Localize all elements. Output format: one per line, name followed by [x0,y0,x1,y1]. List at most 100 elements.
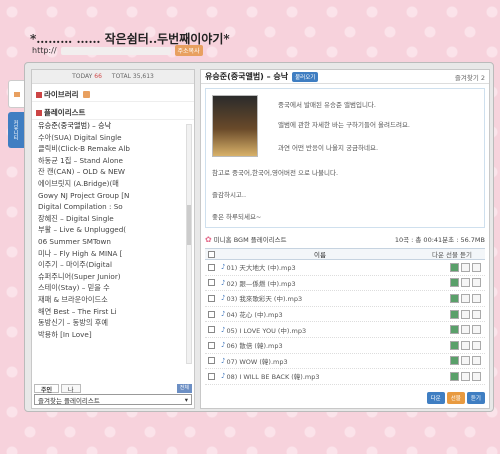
playlist-item[interactable]: 미나 – Fly High & MINA [ [32,248,182,260]
home-tab[interactable] [8,80,24,108]
download-icon[interactable] [450,371,459,381]
load-button[interactable]: 불러오기 [292,71,319,82]
library-label: 라이브러리 [44,90,79,99]
library-header[interactable]: 라이브러리 [32,88,194,102]
track-title[interactable]: 05) I LOVE YOU (中).mp3 [226,325,450,335]
playlist-item[interactable]: Digital Compilation : So [32,201,182,213]
playlist-item[interactable]: 유승준(중국앨범) – 승낙 [32,120,182,132]
today-label: TODAY [72,73,93,80]
playlist-item[interactable]: 잔 캔(CAN) – OLD & NEW [32,166,182,178]
track-checkbox[interactable] [208,263,215,271]
favorite-count[interactable]: 즐겨찾기 2 [455,72,485,82]
listen-button[interactable]: 듣기 [466,392,485,404]
play-icon[interactable] [472,371,481,381]
music-note-icon: ♪ [221,294,226,303]
play-icon[interactable] [472,262,481,272]
track-title[interactable]: 06) 散倍 (韓).mp3 [226,340,450,350]
playlist-item[interactable]: 06 Summer SMTown [32,236,182,248]
all-badge[interactable]: 전체 [176,384,192,393]
playlist-scrollbar[interactable] [186,124,192,364]
playlist-item[interactable]: 클릭비(Click-B Remake Alb [32,143,182,155]
chevron-down-icon: ▾ [184,395,188,404]
play-icon[interactable] [472,309,481,319]
track-title[interactable]: 04) 花心 (中).mp3 [226,309,450,319]
track-checkbox[interactable] [208,279,215,287]
playlist-item[interactable]: 장혜진 – Digital Single [32,213,182,225]
track-title[interactable]: 01) 天大地大 (中).mp3 [226,262,450,272]
download-icon[interactable] [450,309,459,319]
track-checkbox[interactable] [208,357,215,365]
gift-icon[interactable] [461,371,470,381]
table-row: ♪ 04) 花心 (中).mp3 [205,307,485,323]
playlist-item[interactable]: 부활 – Live & Unplugged( [32,224,182,236]
download-icon[interactable] [450,340,459,350]
gift-icon[interactable] [461,325,470,335]
track-checkbox[interactable] [208,372,215,380]
table-row: ♪ 08) I WILL BE BACK (韓).mp3 [205,369,485,385]
today-value: 66 [94,73,102,80]
playlist-header[interactable]: 플레이리스트 [32,106,194,120]
download-button[interactable]: 다운 [426,392,445,404]
playlist-item[interactable]: 하동균 1집 – Stand Alone [32,155,182,167]
download-icon[interactable] [450,278,459,288]
playlist-item[interactable]: 슈퍼주니어(Super Junior) [32,271,182,283]
left-column: TODAY 66 TOTAL 35,613 라이브러리 플레이리스트 유승준(중… [31,69,195,409]
playlist-item[interactable]: 재패 & 브라운아이드소 [32,294,182,306]
playlist-item[interactable]: 해연 Best – The First Li [32,306,182,318]
scrollbar-thumb[interactable] [187,205,191,245]
track-table-header: 이름 다운 선물 듣기 [205,248,485,260]
album-header: 유승준(중국앨범) – 승낙 불러오기 즐겨찾기 2 [201,70,489,84]
right-column: 유승준(중국앨범) – 승낙 불러오기 즐겨찾기 2 중국에서 발매된 유승준 … [200,69,490,409]
tab-me[interactable]: 나 [61,384,81,394]
gift-icon[interactable] [461,309,470,319]
gift-icon[interactable] [461,340,470,350]
play-icon[interactable] [472,340,481,350]
track-actions [450,371,481,381]
track-checkbox[interactable] [208,326,215,334]
album-title: 유승준(중국앨범) – 승낙 [205,72,289,81]
track-title[interactable]: 03) 我來歌彩天 (中).mp3 [226,293,450,303]
playlist-item[interactable]: Gowy NJ Project Group [N [32,190,182,202]
track-actions [450,293,481,303]
url-copy-button[interactable]: 주소복사 [174,45,203,56]
tab-owner[interactable]: 주인 [34,384,60,394]
desc-line: 참고로 중국어,한국어,영어버전 으로 나불니다. [212,169,339,177]
playlist-item[interactable]: 수아(SUA) Digital Single [32,132,182,144]
play-icon[interactable] [472,325,481,335]
music-note-icon: ♪ [221,263,226,272]
track-checkbox[interactable] [208,310,215,318]
blog-url[interactable]: http:// [32,46,57,55]
flower-icon: ✿ [205,234,212,244]
download-icon[interactable] [450,325,459,335]
gift-icon[interactable] [461,356,470,366]
download-icon[interactable] [450,356,459,366]
playlist-item[interactable]: 박용하 [In Love] [32,329,182,341]
play-icon[interactable] [472,278,481,288]
playlist-item[interactable]: 에이브릿지 (A.Bridge)(매 [32,178,182,190]
track-title[interactable]: 02) 跟—係燃 (中).mp3 [226,278,450,288]
desc-line: 과연 어떤 반응이 나올지 궁금하네요. [278,144,379,152]
play-icon[interactable] [472,356,481,366]
track-checkbox[interactable] [208,294,215,302]
track-title[interactable]: 08) I WILL BE BACK (韓).mp3 [226,371,450,381]
community-tab[interactable]: 커뮤니티 [8,112,24,148]
gift-icon[interactable] [461,262,470,272]
gift-icon[interactable] [461,278,470,288]
select-all-checkbox[interactable] [208,250,215,258]
track-title[interactable]: 07) WOW (韓).mp3 [226,356,450,366]
playlist-item[interactable]: 동방신기 – 동방의 후예 [32,317,182,329]
favorite-playlist-select[interactable]: 즐겨찾는 플레이리스트 ▾ [34,394,192,405]
play-icon[interactable] [472,293,481,303]
gift-icon[interactable] [461,293,470,303]
playlist-item[interactable]: 이주기 – 마이주(Digital [32,259,182,271]
visit-counter: TODAY 66 TOTAL 35,613 [32,70,194,84]
track-checkbox[interactable] [208,341,215,349]
playlist-item[interactable]: 스테이(Stay) – 믿을 수 [32,282,182,294]
album-description: 중국에서 발매된 유승준 앨범입니다. 앨범에 관한 자세한 바는 구하기들어 … [205,88,485,228]
col-actions: 다운 선물 듣기 [431,251,472,259]
download-icon[interactable] [450,262,459,272]
total-value: 35,613 [132,73,154,80]
desc-line: 중국에서 발매된 유승준 앨범입니다. [278,101,376,109]
download-icon[interactable] [450,293,459,303]
gift-button[interactable]: 선물 [446,392,465,404]
